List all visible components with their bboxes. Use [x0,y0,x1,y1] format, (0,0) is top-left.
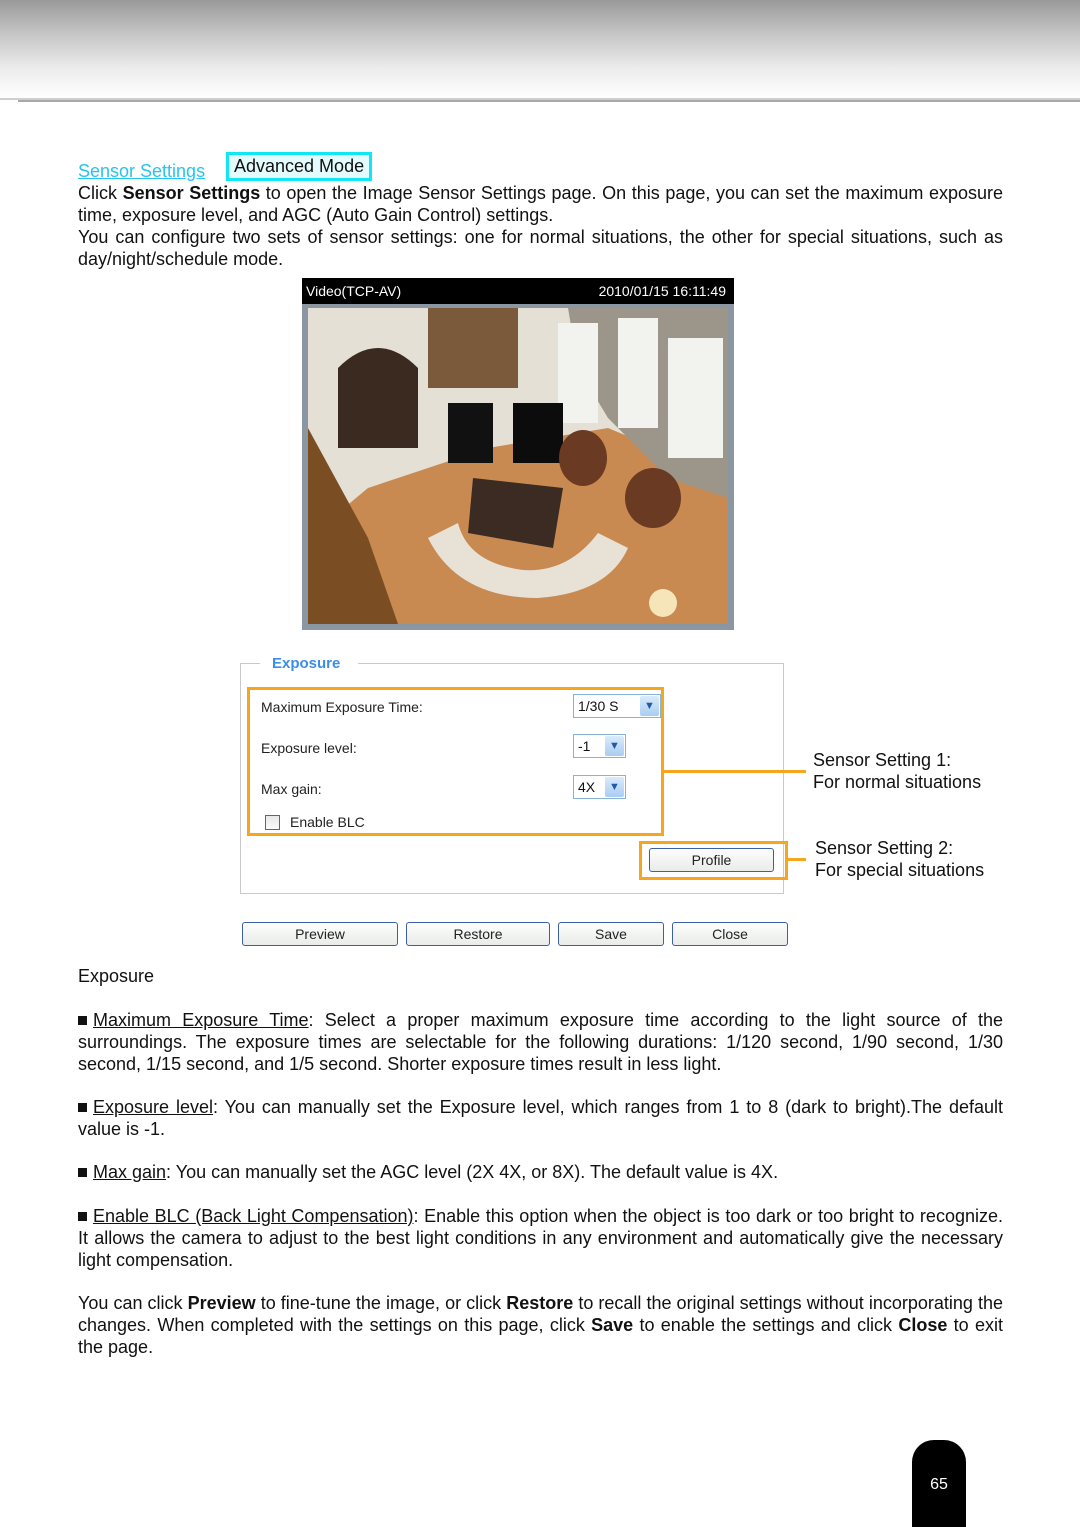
video-protocol-label: Video(TCP-AV) [306,283,402,299]
advanced-mode-badge: Advanced Mode [226,152,373,181]
bullet-text: : You can manually set the AGC level (2X… [166,1162,779,1182]
page-header-band [0,0,1080,98]
closing-bold-restore: Restore [506,1293,574,1313]
sensor-setting-2-desc: For special situations [815,860,985,880]
close-button[interactable]: Close [672,922,788,946]
max-gain-select[interactable]: 4X ▼ [573,775,626,799]
living-room-scene [308,308,728,624]
restore-button[interactable]: Restore [406,922,550,946]
closing-text: You can click [78,1293,188,1313]
sensor-setting-2-title: Sensor Setting 2: [815,838,954,858]
bullet-term: Enable BLC (Back Light Compensation) [93,1206,414,1226]
intro-paragraph-2: You can configure two sets of sensor set… [78,227,1003,269]
bullet-exposure-level: Exposure level: You can manually set the… [78,1096,1003,1140]
enable-blc-label: Enable BLC [290,814,365,830]
bullet-term: Exposure level [93,1097,213,1117]
save-button[interactable]: Save [558,922,664,946]
closing-text: to enable the settings and click [633,1315,899,1335]
fieldset-border [358,663,783,664]
video-timestamp: 2010/01/15 16:11:49 [598,283,726,299]
enable-blc-checkbox[interactable] [265,815,280,830]
profile-button[interactable]: Profile [649,848,774,872]
preview-button[interactable]: Preview [242,922,398,946]
live-video-image [308,308,728,624]
closing-bold-save: Save [591,1315,634,1335]
chevron-down-icon: ▼ [605,777,624,797]
fieldset-border [240,663,260,664]
max-exposure-time-select[interactable]: 1/30 S ▼ [573,694,661,718]
closing-bold-preview: Preview [187,1293,256,1313]
callout-connector [788,858,806,861]
bullet-term: Maximum Exposure Time [93,1010,309,1030]
max-exposure-time-label: Maximum Exposure Time: [261,699,423,715]
bullet-term: Max gain [93,1162,167,1182]
exposure-level-label: Exposure level: [261,740,357,756]
bullet-square-icon [78,1212,87,1221]
page-number: 65 [930,1476,948,1493]
chevron-down-icon: ▼ [640,696,659,716]
page-number-tab: 65 [912,1440,966,1527]
closing-paragraph: You can click Preview to fine-tune the i… [78,1292,1003,1358]
header-rule-shadow [18,100,1080,102]
intro-bold-term: Sensor Settings [122,183,261,203]
exposure-section-title: Exposure [78,966,155,986]
bullet-max-exposure-time: Maximum Exposure Time: Select a proper m… [78,1009,1003,1075]
max-exposure-time-value: 1/30 S [578,698,619,714]
callout-connector [664,770,806,773]
max-gain-value: 4X [578,779,596,795]
video-title-bar: Video(TCP-AV) 2010/01/15 16:11:49 [302,278,734,304]
sensor-setting-1-title: Sensor Setting 1: [813,750,952,770]
bullet-square-icon [78,1103,87,1112]
max-gain-label: Max gain: [261,781,322,797]
closing-bold-close: Close [898,1315,948,1335]
bullet-max-gain: Max gain: You can manually set the AGC l… [78,1161,1003,1183]
sensor-settings-link[interactable]: Sensor Settings [78,161,205,182]
bullet-text: : You can manually set the Exposure leve… [78,1097,1003,1139]
closing-text: to fine-tune the image, or click [255,1293,507,1313]
intro-paragraph-1: Click Sensor Settings to open the Image … [78,182,1003,226]
exposure-level-select[interactable]: -1 ▼ [573,734,626,758]
exposure-level-value: -1 [578,738,591,754]
bullet-square-icon [78,1168,87,1177]
video-panel: Video(TCP-AV) 2010/01/15 16:11:49 [302,278,734,630]
bullet-enable-blc: Enable BLC (Back Light Compensation): En… [78,1205,1003,1271]
sensor-setting-1-desc: For normal situations [813,772,982,792]
intro-text: Click [78,183,123,203]
exposure-legend: Exposure [272,655,341,672]
bullet-square-icon [78,1016,87,1025]
chevron-down-icon: ▼ [605,736,624,756]
